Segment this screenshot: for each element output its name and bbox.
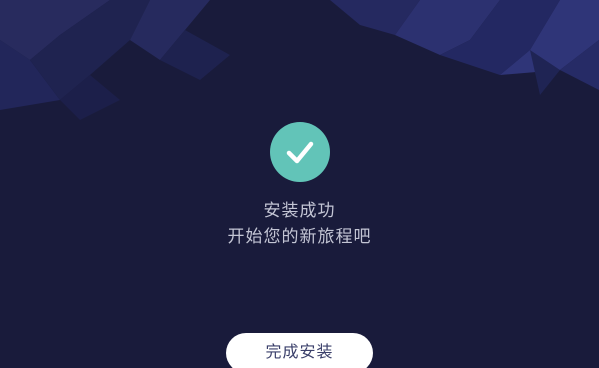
finish-install-button[interactable]: 完成安装	[226, 333, 373, 368]
installer-window: 安装成功 开始您的新旅程吧 完成安装	[0, 0, 599, 368]
install-status: 安装成功 开始您的新旅程吧	[0, 122, 599, 248]
check-icon	[286, 141, 313, 164]
success-badge	[269, 122, 330, 182]
status-title: 安装成功	[263, 201, 336, 221]
status-subtitle: 开始您的新旅程吧	[227, 227, 372, 247]
decorative-mountain-backdrop	[0, 0, 599, 120]
